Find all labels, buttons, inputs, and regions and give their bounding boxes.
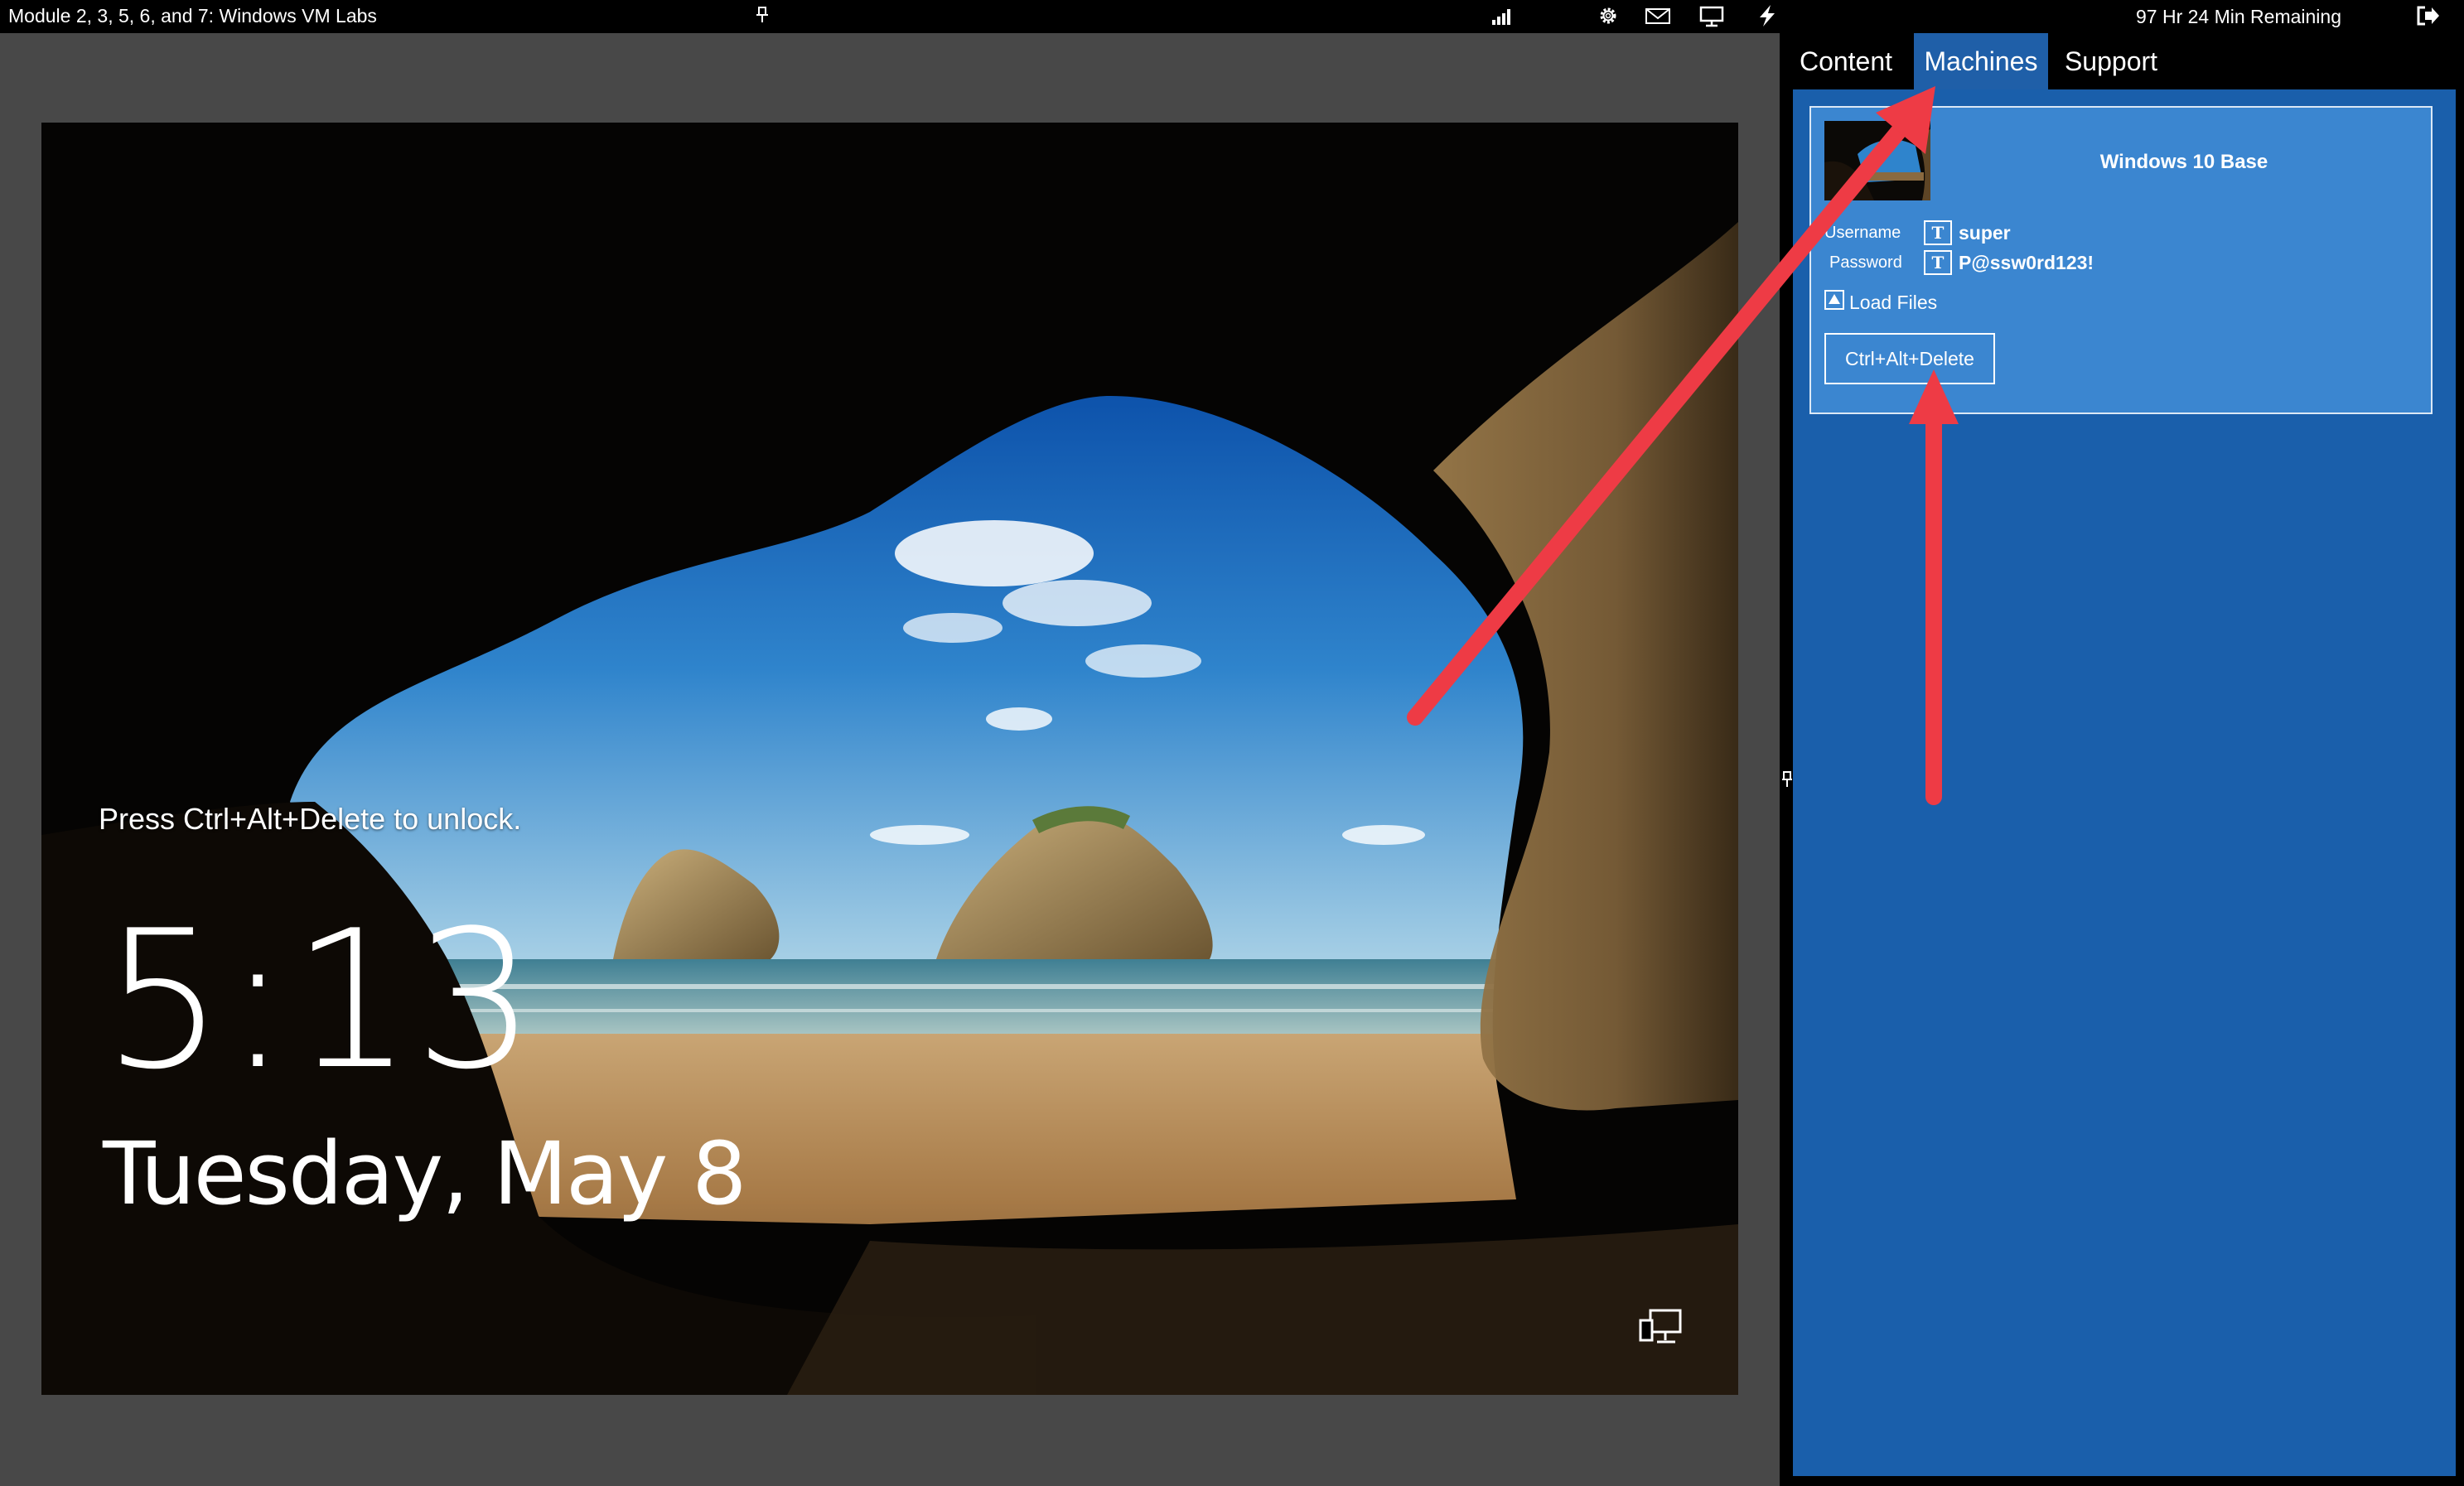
monitor-icon[interactable] bbox=[1698, 3, 1726, 28]
power-icon[interactable] bbox=[1753, 3, 1781, 28]
machine-thumbnail[interactable] bbox=[1824, 121, 1930, 200]
lock-screen-time: 5:13 bbox=[103, 890, 538, 1112]
top-bar: Module 2, 3, 5, 6, and 7: Windows VM Lab… bbox=[0, 0, 2464, 33]
panel-pin-icon[interactable] bbox=[1781, 770, 1793, 789]
signal-icon[interactable] bbox=[1489, 3, 1517, 28]
tab-content[interactable]: Content bbox=[1793, 33, 1899, 89]
time-remaining: 97 Hr 24 Min Remaining bbox=[2136, 6, 2342, 27]
tab-support[interactable]: Support bbox=[2053, 33, 2169, 89]
vm-lock-screen[interactable]: Press Ctrl+Alt+Delete to unlock. 5:13 Tu… bbox=[41, 123, 1738, 1395]
machine-card: Windows 10 Base Username T super Passwor… bbox=[1809, 106, 2433, 414]
tab-machines[interactable]: Machines bbox=[1914, 33, 2048, 89]
mail-icon[interactable] bbox=[1644, 3, 1672, 28]
load-files-link[interactable]: Load Files bbox=[1849, 292, 1937, 314]
machines-pane: Windows 10 Base Username T super Passwor… bbox=[1793, 89, 2456, 1476]
ctrl-alt-delete-button[interactable]: Ctrl+Alt+Delete bbox=[1824, 333, 1995, 384]
upload-icon[interactable] bbox=[1824, 290, 1844, 310]
username-value[interactable]: super bbox=[1959, 222, 2011, 244]
lock-screen-date: Tuesday, May 8 bbox=[103, 1123, 746, 1224]
vm-display-area[interactable]: Press Ctrl+Alt+Delete to unlock. 5:13 Tu… bbox=[0, 33, 1780, 1486]
lock-screen-prompt: Press Ctrl+Alt+Delete to unlock. bbox=[99, 802, 522, 836]
side-panel: Content Machines Support Windows 10 Base… bbox=[1793, 33, 2464, 1486]
network-icon[interactable] bbox=[1637, 1307, 1684, 1348]
type-text-icon[interactable]: T bbox=[1924, 250, 1952, 275]
panel-tabs: Content Machines Support bbox=[1793, 33, 2464, 89]
gear-icon[interactable] bbox=[1594, 3, 1622, 28]
machine-name: Windows 10 Base bbox=[2099, 151, 2268, 173]
password-label: Password bbox=[1829, 253, 1902, 272]
exit-icon[interactable] bbox=[2413, 3, 2442, 28]
panel-divider[interactable] bbox=[1780, 33, 1793, 1486]
type-text-icon[interactable]: T bbox=[1924, 220, 1952, 245]
pin-icon[interactable] bbox=[754, 5, 771, 25]
password-value[interactable]: P@ssw0rd123! bbox=[1959, 252, 2094, 274]
username-label: Username bbox=[1824, 224, 1901, 242]
lab-title: Module 2, 3, 5, 6, and 7: Windows VM Lab… bbox=[8, 5, 377, 27]
